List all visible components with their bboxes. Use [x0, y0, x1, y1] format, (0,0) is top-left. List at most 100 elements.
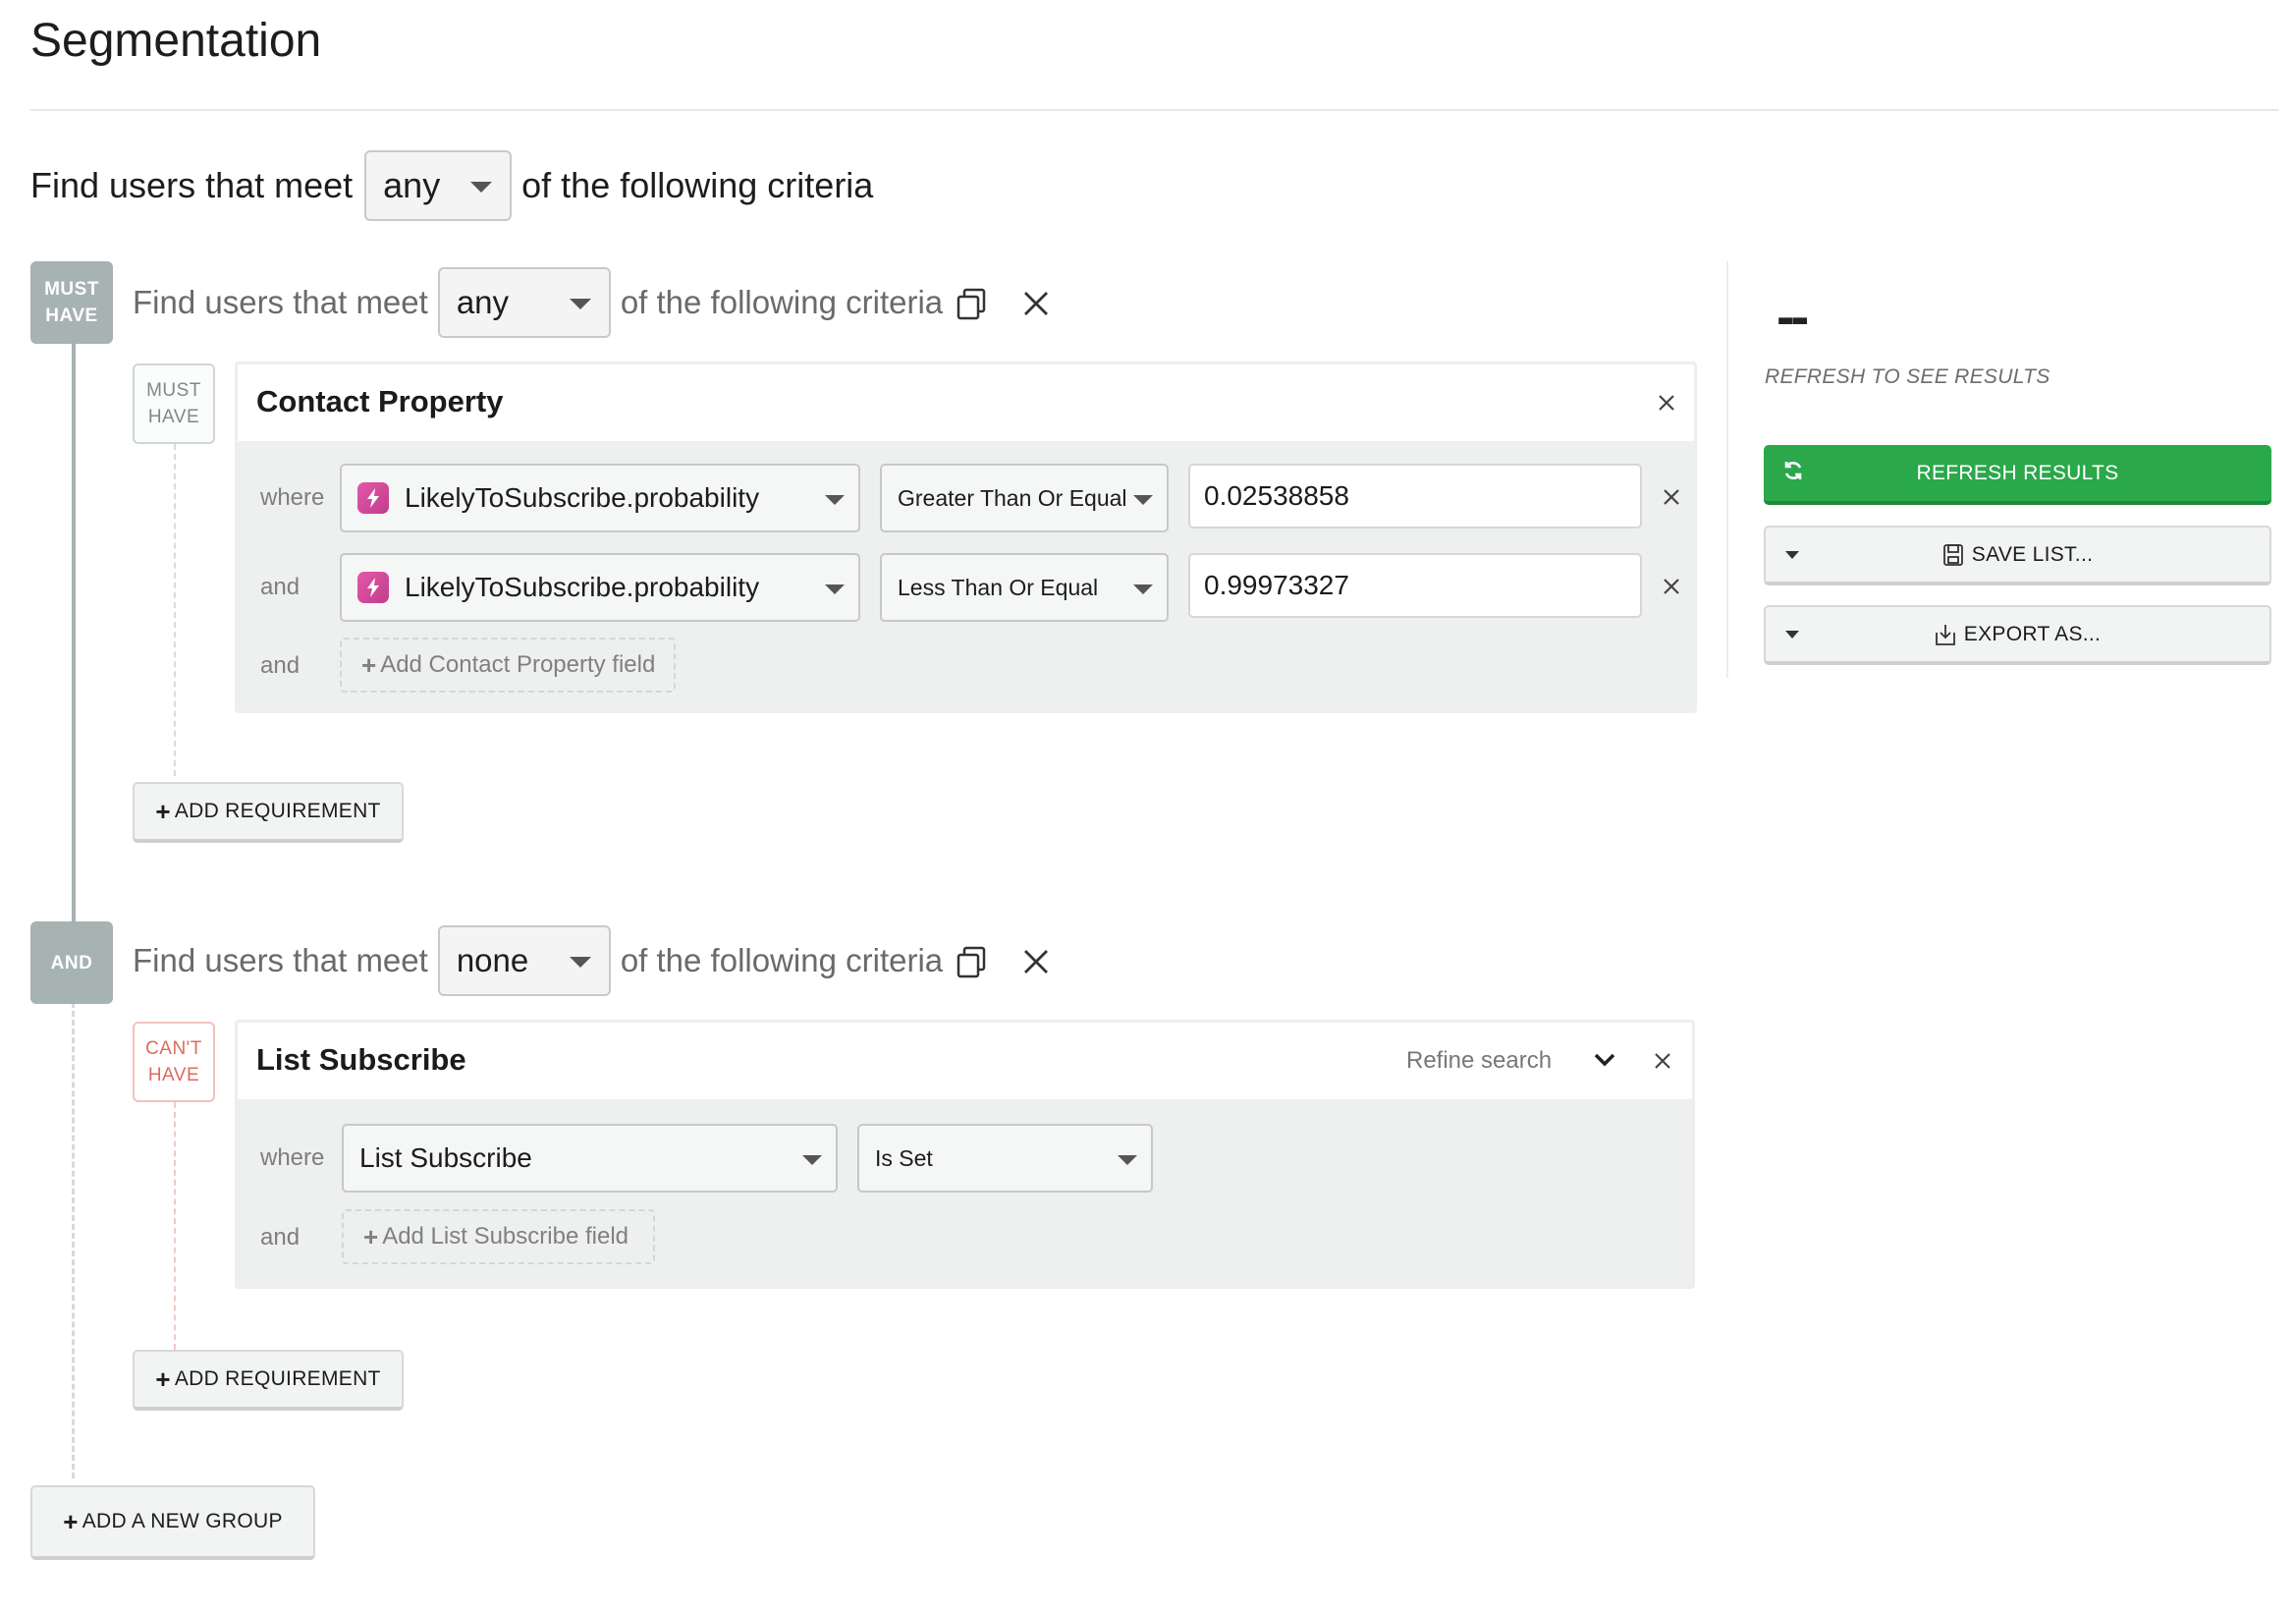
lightning-icon	[357, 572, 389, 603]
chevron-down-icon	[802, 1155, 822, 1165]
group-match-value: any	[456, 284, 510, 320]
caret-down-icon	[1785, 551, 1799, 559]
close-icon[interactable]	[1014, 940, 1058, 983]
group-header: Find users that meet none of the followi…	[133, 925, 943, 996]
row-label: and	[260, 574, 301, 600]
top-criteria-row: Find users that meet any of the followin…	[30, 150, 873, 221]
property-select[interactable]: LikelyToSubscribe.probability	[340, 464, 860, 532]
refresh-results-label: REFRESH RESULTS	[1916, 461, 2119, 484]
row-label: where	[260, 1144, 325, 1171]
close-icon[interactable]	[1014, 282, 1058, 325]
save-list-button[interactable]: SAVE LIST...	[1764, 526, 2271, 585]
operator-value: Is Set	[875, 1144, 933, 1171]
operator-select[interactable]: Greater Than Or Equal	[880, 464, 1169, 532]
operator-select[interactable]: Is Set	[857, 1124, 1153, 1193]
requirement-card-list-subscribe: List Subscribe Refine search where List …	[235, 1020, 1695, 1289]
chevron-down-icon	[825, 495, 845, 505]
property-value: LikelyToSubscribe.probability	[405, 572, 760, 602]
group-criteria-prefix: Find users that meet	[133, 284, 428, 320]
close-icon[interactable]	[1658, 483, 1685, 511]
card-title: List Subscribe	[256, 1042, 466, 1077]
chevron-down-icon	[825, 584, 845, 594]
chevron-down-icon	[1133, 495, 1153, 505]
chevron-down-icon	[1118, 1155, 1137, 1165]
requirement-connector	[174, 1102, 176, 1350]
group-criteria-prefix: Find users that meet	[133, 942, 428, 978]
plus-icon: +	[63, 1506, 79, 1536]
operator-value: Greater Than Or Equal	[898, 484, 1127, 511]
group-criteria-suffix: of the following criteria	[620, 284, 944, 320]
refresh-results-button[interactable]: REFRESH RESULTS	[1764, 445, 2271, 505]
chevron-down-icon[interactable]	[1589, 1044, 1620, 1076]
requirement-connector	[174, 444, 176, 776]
title-divider	[30, 109, 2278, 111]
close-icon[interactable]	[1658, 573, 1685, 600]
add-requirement-button[interactable]: + ADD REQUIREMENT	[133, 782, 404, 843]
add-contact-property-field-button[interactable]: + Add Contact Property field	[340, 638, 676, 693]
group-match-select[interactable]: any	[437, 267, 611, 338]
caret-down-icon	[1785, 631, 1799, 639]
group-match-value: none	[456, 942, 529, 978]
save-icon	[1942, 543, 1964, 567]
property-value: LikelyToSubscribe.probability	[405, 482, 760, 513]
group-criteria-suffix: of the following criteria	[620, 942, 944, 978]
property-select[interactable]: List Subscribe	[342, 1124, 838, 1193]
group-connector-line	[72, 344, 76, 923]
add-requirement-button[interactable]: + ADD REQUIREMENT	[133, 1350, 404, 1411]
copy-icon[interactable]	[951, 940, 994, 983]
page-title: Segmentation	[30, 15, 322, 67]
group-badge-and: AND	[30, 921, 113, 1004]
value-input[interactable]: 0.02538858	[1188, 464, 1642, 528]
chevron-down-icon	[470, 182, 493, 193]
criteria-suffix: of the following criteria	[521, 165, 874, 205]
add-group-label: ADD A NEW GROUP	[82, 1510, 283, 1532]
copy-icon[interactable]	[951, 282, 994, 325]
results-count: --	[1777, 285, 1809, 347]
operator-select[interactable]: Less Than Or Equal	[880, 553, 1169, 622]
lightning-icon	[357, 482, 389, 514]
operator-value: Less Than Or Equal	[898, 574, 1099, 600]
group-badge-must-have: MUST HAVE	[30, 261, 113, 344]
group-match-select[interactable]: none	[437, 925, 611, 996]
match-type-select[interactable]: any	[364, 150, 513, 221]
results-divider	[1726, 261, 1728, 678]
plus-icon: +	[363, 1221, 379, 1251]
property-select[interactable]: LikelyToSubscribe.probability	[340, 553, 860, 622]
export-as-button[interactable]: EXPORT AS...	[1764, 605, 2271, 665]
chevron-down-icon	[1133, 584, 1153, 594]
requirement-card-contact-property: Contact Property where LikelyToSubscribe…	[235, 362, 1697, 713]
group-header: Find users that meet any of the followin…	[133, 267, 943, 338]
property-value: List Subscribe	[359, 1142, 532, 1173]
row-label: where	[260, 484, 325, 511]
plus-icon: +	[155, 1363, 171, 1394]
add-new-group-button[interactable]: + ADD A NEW GROUP	[30, 1485, 315, 1560]
refresh-icon	[1781, 459, 1805, 488]
row-label: and	[260, 1224, 301, 1251]
download-icon	[1935, 623, 1956, 646]
add-requirement-label: ADD REQUIREMENT	[174, 800, 381, 822]
add-field-label: Add List Subscribe field	[382, 1223, 629, 1250]
chevron-down-icon	[569, 957, 591, 968]
card-header: Contact Property	[238, 364, 1694, 441]
add-list-subscribe-field-button[interactable]: + Add List Subscribe field	[342, 1209, 655, 1264]
plus-icon: +	[361, 649, 377, 680]
card-title: Contact Property	[256, 384, 504, 418]
close-icon[interactable]	[1653, 389, 1680, 417]
group-connector-dashed	[72, 1002, 75, 1478]
chevron-down-icon	[569, 299, 591, 309]
row-label: and	[260, 652, 301, 679]
results-note: REFRESH TO SEE RESULTS	[1765, 365, 2050, 388]
save-list-label: SAVE LIST...	[1971, 542, 2094, 566]
export-as-label: EXPORT AS...	[1963, 622, 2102, 645]
add-field-label: Add Contact Property field	[380, 651, 656, 678]
card-header: List Subscribe Refine search	[238, 1023, 1692, 1099]
criteria-prefix: Find users that meet	[30, 165, 354, 205]
plus-icon: +	[155, 796, 171, 826]
requirement-badge-must-have: MUST HAVE	[133, 363, 215, 444]
refine-search-link[interactable]: Refine search	[1406, 1047, 1552, 1075]
close-icon[interactable]	[1649, 1047, 1676, 1075]
value-input[interactable]: 0.99973327	[1188, 553, 1642, 618]
requirement-badge-cant-have: CAN'T HAVE	[133, 1022, 215, 1102]
match-type-value: any	[383, 165, 441, 205]
add-requirement-label: ADD REQUIREMENT	[174, 1367, 381, 1390]
